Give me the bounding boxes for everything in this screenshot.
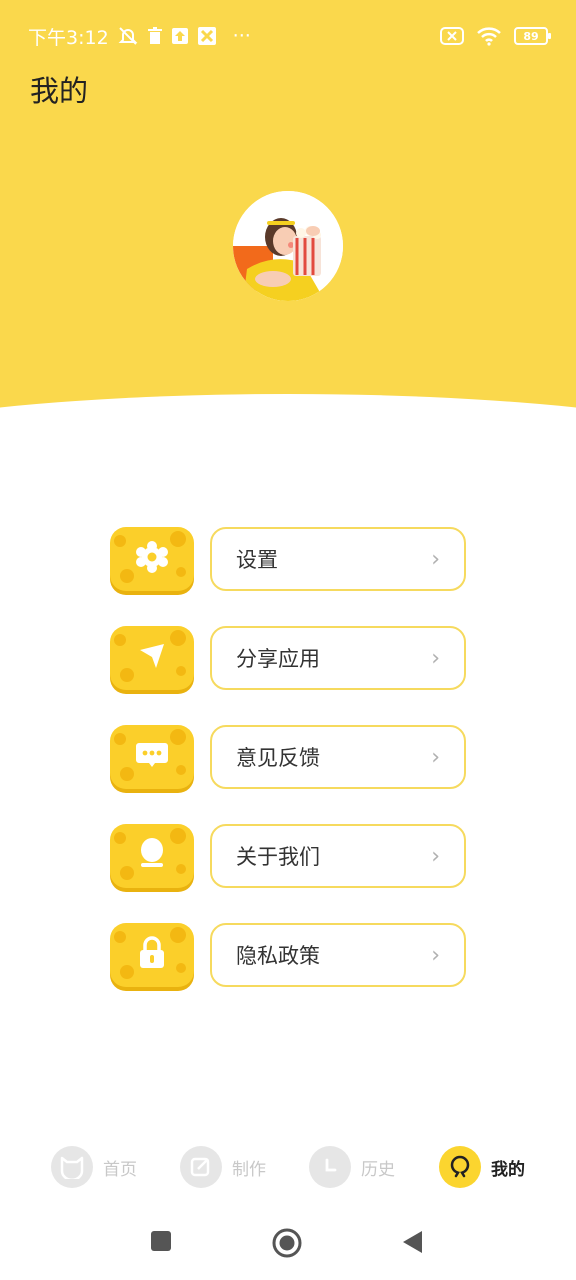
user-icon <box>137 837 167 875</box>
about-us-button[interactable]: 关于我们 › <box>210 824 466 888</box>
chevron-right-icon: › <box>431 645 440 671</box>
more-notifications-icon: ··· <box>232 25 251 47</box>
profile-icon <box>439 1146 481 1188</box>
menu-tile-about[interactable] <box>110 824 194 888</box>
avatar[interactable] <box>233 191 343 301</box>
menu-tile-feedback[interactable] <box>110 725 194 789</box>
clock-icon <box>309 1146 351 1188</box>
recent-apps-button[interactable] <box>150 1230 172 1256</box>
tab-history[interactable]: 历史 <box>309 1146 395 1188</box>
menu-list: 设置 › 分享应用 › 意见反馈 › 关于我们 › 隐私政策 › <box>110 527 466 1022</box>
privacy-policy-label: 隐私政策 <box>236 944 320 968</box>
sim-off-icon <box>440 27 464 45</box>
settings-label: 设置 <box>236 548 278 572</box>
tab-create-label: 制作 <box>232 1159 266 1180</box>
chevron-right-icon: › <box>431 546 440 572</box>
tab-home[interactable]: 首页 <box>51 1146 137 1188</box>
upload-icon <box>171 27 189 45</box>
tab-create[interactable]: 制作 <box>180 1146 266 1188</box>
home-button[interactable] <box>272 1228 302 1262</box>
chevron-right-icon: › <box>431 843 440 869</box>
chevron-right-icon: › <box>431 744 440 770</box>
send-icon <box>136 640 168 676</box>
menu-row-about: 关于我们 › <box>110 824 466 888</box>
privacy-policy-button[interactable]: 隐私政策 › <box>210 923 466 987</box>
menu-tile-share[interactable] <box>110 626 194 690</box>
app-notification-icon <box>197 26 217 46</box>
battery-indicator: 89 <box>514 27 551 45</box>
wifi-icon <box>476 26 502 46</box>
menu-tile-settings[interactable] <box>110 527 194 591</box>
menu-tile-privacy[interactable] <box>110 923 194 987</box>
chat-icon <box>135 739 169 775</box>
lock-icon <box>138 936 166 974</box>
tab-history-label: 历史 <box>361 1159 395 1180</box>
bottom-nav: 首页 制作 历史 我的 <box>0 1140 576 1196</box>
tab-home-label: 首页 <box>103 1159 137 1180</box>
settings-button[interactable]: 设置 › <box>210 527 466 591</box>
tab-mine-label: 我的 <box>491 1159 525 1180</box>
cat-icon <box>51 1146 93 1188</box>
status-bar: 下午3:12 ··· 89 <box>0 18 576 54</box>
tab-mine[interactable]: 我的 <box>439 1146 525 1188</box>
menu-row-feedback: 意见反馈 › <box>110 725 466 789</box>
menu-row-share: 分享应用 › <box>110 626 466 690</box>
status-time: 下午3:12 <box>28 26 109 49</box>
about-us-label: 关于我们 <box>236 845 320 869</box>
chevron-right-icon: › <box>431 942 440 968</box>
edit-icon <box>180 1146 222 1188</box>
menu-row-settings: 设置 › <box>110 527 466 591</box>
share-app-button[interactable]: 分享应用 › <box>210 626 466 690</box>
feedback-label: 意见反馈 <box>236 746 320 770</box>
back-button[interactable] <box>401 1230 423 1258</box>
screen: 下午3:12 ··· 89 我的 设置 › 分享应用 › 意见反馈 › 关于我们… <box>0 0 576 1280</box>
trash-icon <box>147 27 163 45</box>
share-app-label: 分享应用 <box>236 647 320 671</box>
system-nav-bar <box>0 1222 576 1266</box>
page-title: 我的 <box>30 74 89 108</box>
menu-row-privacy: 隐私政策 › <box>110 923 466 987</box>
gear-icon <box>135 540 169 578</box>
mute-bell-icon <box>117 25 139 47</box>
feedback-button[interactable]: 意见反馈 › <box>210 725 466 789</box>
